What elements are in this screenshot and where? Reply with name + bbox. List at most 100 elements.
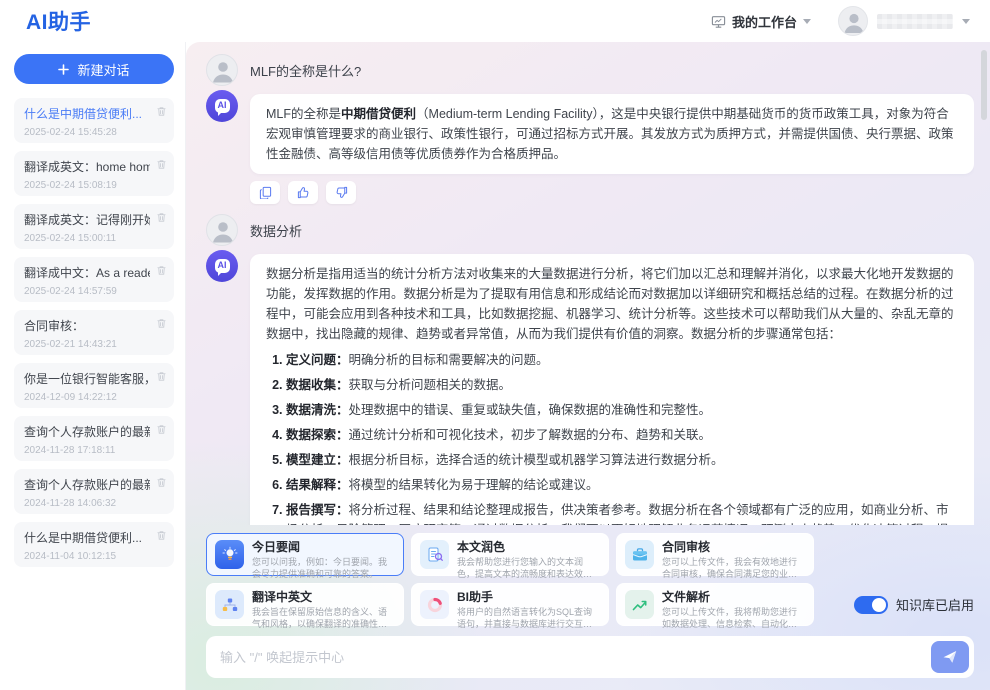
step-desc: 明确分析的目标和需要解决的问题。 xyxy=(349,353,549,367)
conversation-item[interactable]: 查询个人存款账户的最新... 2024-11-28 14:06:32 xyxy=(14,469,174,514)
ai-message-card: 数据分析是指用适当的统计分析方法对收集来的大量数据进行分析，将它们加以汇总和理解… xyxy=(250,254,974,525)
knowledge-base-toggle[interactable]: 知识库已启用 xyxy=(854,595,974,614)
step-desc: 将分析过程、结果和结论整理成报告，供决策者参考。数据分析在各个领域都有广泛的应用… xyxy=(286,503,949,525)
card-title: 今日要闻 xyxy=(252,540,395,554)
card-text: 本文润色 我会帮助您进行您输入的文本润色，提高文本的流畅度和表达效果。 xyxy=(457,540,600,569)
ai-chat-bubble-icon: AI xyxy=(215,259,230,273)
ai-avatar: AI xyxy=(206,250,238,282)
card-text: 合同审核 您可以上传文件，我会有效地进行合同审核，确保合同满足您的业务需求。 xyxy=(662,540,805,569)
user-message-row: MLF的全称是什么? xyxy=(206,54,974,86)
workspace-label: 我的工作台 xyxy=(732,12,797,31)
card-today-news[interactable]: 今日要闻 您可以问我，例如：今日要闻。我会尽力提供准确和可靠的答案。 xyxy=(206,533,404,576)
feature-cards-area: 今日要闻 您可以问我，例如：今日要闻。我会尽力提供准确和可靠的答案。 本文润色 … xyxy=(206,533,974,626)
workspace-menu[interactable]: 我的工作台 xyxy=(711,12,811,31)
scrollbar-thumb[interactable] xyxy=(981,50,987,120)
plus-icon xyxy=(58,64,69,75)
conversation-title: 翻译成英文：home home xyxy=(24,158,150,175)
step-term: 结果解释： xyxy=(286,478,349,492)
conversation-item[interactable]: 什么是中期借贷便利... 2025-02-24 15:45:28 xyxy=(14,98,174,143)
masked-username[interactable] xyxy=(877,14,953,29)
step-term: 报告撰写： xyxy=(286,503,349,517)
conversation-time: 2025-02-24 14:57:59 xyxy=(24,286,150,297)
card-text: 今日要闻 您可以问我，例如：今日要闻。我会尽力提供准确和可靠的答案。 xyxy=(252,540,395,569)
thumbs-down-button[interactable] xyxy=(326,181,356,204)
copy-button[interactable] xyxy=(250,181,280,204)
card-desc: 将用户的自然语言转化为SQL查询语句，并直接与数据库进行交互，返回智能推荐的图表… xyxy=(457,606,600,630)
card-text: 文件解析 您可以上传文件，我将帮助您进行如数据处理、信息检索、自动化办公等。 xyxy=(662,590,805,619)
copy-icon xyxy=(259,186,272,199)
send-button[interactable] xyxy=(931,641,969,673)
list-item: 数据收集：获取与分析问题相关的数据。 xyxy=(286,375,958,395)
bottom-panel: 今日要闻 您可以问我，例如：今日要闻。我会尽力提供准确和可靠的答案。 本文润色 … xyxy=(206,525,974,678)
translate-icon xyxy=(215,590,244,619)
card-text-polish[interactable]: 本文润色 我会帮助您进行您输入的文本润色，提高文本的流畅度和表达效果。 xyxy=(411,533,609,576)
conversation-item[interactable]: 翻译成英文：记得刚开始... 2025-02-24 15:00:11 xyxy=(14,204,174,249)
card-desc: 我会帮助您进行您输入的文本润色，提高文本的流畅度和表达效果。 xyxy=(457,556,600,580)
analysis-steps-list: 定义问题：明确分析的目标和需要解决的问题。 数据收集：获取与分析问题相关的数据。… xyxy=(266,350,958,525)
conversation-item[interactable]: 什么是中期借贷便利... 2024-11-04 10:12:15 xyxy=(14,522,174,567)
conversation-time: 2024-11-04 10:12:15 xyxy=(24,551,150,562)
thumbs-down-icon xyxy=(335,186,348,199)
conversation-item[interactable]: 翻译成中文：As a reader... 2025-02-24 14:57:59 xyxy=(14,257,174,302)
sidebar: 新建对话 什么是中期借贷便利... 2025-02-24 15:45:28 翻译… xyxy=(0,42,186,690)
card-text: BI助手 将用户的自然语言转化为SQL查询语句，并直接与数据库进行交互，返回智能… xyxy=(457,590,600,619)
new-chat-button[interactable]: 新建对话 xyxy=(14,54,174,84)
step-desc: 通过统计分析和可视化技术，初步了解数据的分布、趋势和关联。 xyxy=(349,428,712,442)
step-desc: 将模型的结果转化为易于理解的结论或建议。 xyxy=(349,478,599,492)
briefcase-icon xyxy=(625,540,654,569)
card-file-parse[interactable]: 文件解析 您可以上传文件，我将帮助您进行如数据处理、信息检索、自动化办公等。 xyxy=(616,583,814,626)
user-avatar xyxy=(206,214,238,246)
conversation-time: 2024-11-28 17:18:11 xyxy=(24,445,150,456)
bulb-icon xyxy=(215,540,244,569)
conversation-title: 翻译成英文：记得刚开始... xyxy=(24,211,150,228)
paper-plane-icon xyxy=(942,649,958,665)
trash-icon[interactable] xyxy=(156,424,167,435)
card-title: 翻译中英文 xyxy=(252,590,395,604)
card-translate[interactable]: 翻译中英文 我会旨在保留原始信息的含义、语气和风格，以确保翻译的准确性和自然流畅… xyxy=(206,583,404,626)
card-title: 合同审核 xyxy=(662,540,805,554)
card-desc: 我会旨在保留原始信息的含义、语气和风格，以确保翻译的准确性和自然流畅。 xyxy=(252,606,395,630)
step-desc: 根据分析目标，选择合适的统计模型或机器学习算法进行数据分析。 xyxy=(349,453,724,467)
card-contract-review[interactable]: 合同审核 您可以上传文件，我会有效地进行合同审核，确保合同满足您的业务需求。 xyxy=(616,533,814,576)
conversation-title: 查询个人存款账户的最新... xyxy=(24,423,150,440)
step-term: 定义问题： xyxy=(286,353,349,367)
thumbs-up-button[interactable] xyxy=(288,181,318,204)
step-term: 数据清洗： xyxy=(286,403,349,417)
conversation-time: 2024-11-28 14:06:32 xyxy=(24,498,150,509)
trash-icon[interactable] xyxy=(156,159,167,170)
ai-message-row: AI MLF的全称是中期借贷便利（Medium-term Lending Fac… xyxy=(206,90,974,174)
trash-icon[interactable] xyxy=(156,106,167,117)
card-text: 翻译中英文 我会旨在保留原始信息的含义、语气和风格，以确保翻译的准确性和自然流畅… xyxy=(252,590,395,619)
top-bar: AI助手 我的工作台 xyxy=(0,0,990,42)
toggle-on-icon[interactable] xyxy=(854,596,888,614)
list-item: 数据清洗：处理数据中的错误、重复或缺失值，确保数据的准确性和完整性。 xyxy=(286,400,958,420)
trash-icon[interactable] xyxy=(156,318,167,329)
conversation-title: 什么是中期借贷便利... xyxy=(24,529,150,546)
trash-icon[interactable] xyxy=(156,265,167,276)
trash-icon[interactable] xyxy=(156,530,167,541)
doc-search-icon xyxy=(420,540,449,569)
conversation-item[interactable]: 合同审核： 2025-02-21 14:43:21 xyxy=(14,310,174,355)
conversation-title: 合同审核： xyxy=(24,317,150,334)
conversation-time: 2025-02-24 15:08:19 xyxy=(24,180,150,191)
conversation-item[interactable]: 翻译成英文：home home 2025-02-24 15:08:19 xyxy=(14,151,174,196)
conversation-item[interactable]: 你是一位银行智能客服，... 2024-12-09 14:22:12 xyxy=(14,363,174,408)
card-bi-assistant[interactable]: BI助手 将用户的自然语言转化为SQL查询语句，并直接与数据库进行交互，返回智能… xyxy=(411,583,609,626)
step-term: 数据探索： xyxy=(286,428,349,442)
conversation-item[interactable]: 查询个人存款账户的最新... 2024-11-28 17:18:11 xyxy=(14,416,174,461)
app-logo: AI助手 xyxy=(26,6,91,36)
message-input[interactable] xyxy=(220,650,923,665)
feature-cards-grid: 今日要闻 您可以问我，例如：今日要闻。我会尽力提供准确和可靠的答案。 本文润色 … xyxy=(206,533,814,626)
user-message-row: 数据分析 xyxy=(206,214,974,246)
chat-panel: MLF的全称是什么? AI MLF的全称是中期借贷便利（Medium-term … xyxy=(186,42,990,690)
user-message-text: 数据分析 xyxy=(250,221,302,240)
app-frame: 新建对话 什么是中期借贷便利... 2025-02-24 15:45:28 翻译… xyxy=(0,42,990,690)
user-avatar[interactable] xyxy=(838,6,868,36)
trash-icon[interactable] xyxy=(156,477,167,488)
card-title: BI助手 xyxy=(457,590,600,604)
trash-icon[interactable] xyxy=(156,212,167,223)
step-desc: 获取与分析问题相关的数据。 xyxy=(349,378,512,392)
conversation-title: 翻译成中文：As a reader... xyxy=(24,264,150,281)
conversation-time: 2024-12-09 14:22:12 xyxy=(24,392,150,403)
trash-icon[interactable] xyxy=(156,371,167,382)
